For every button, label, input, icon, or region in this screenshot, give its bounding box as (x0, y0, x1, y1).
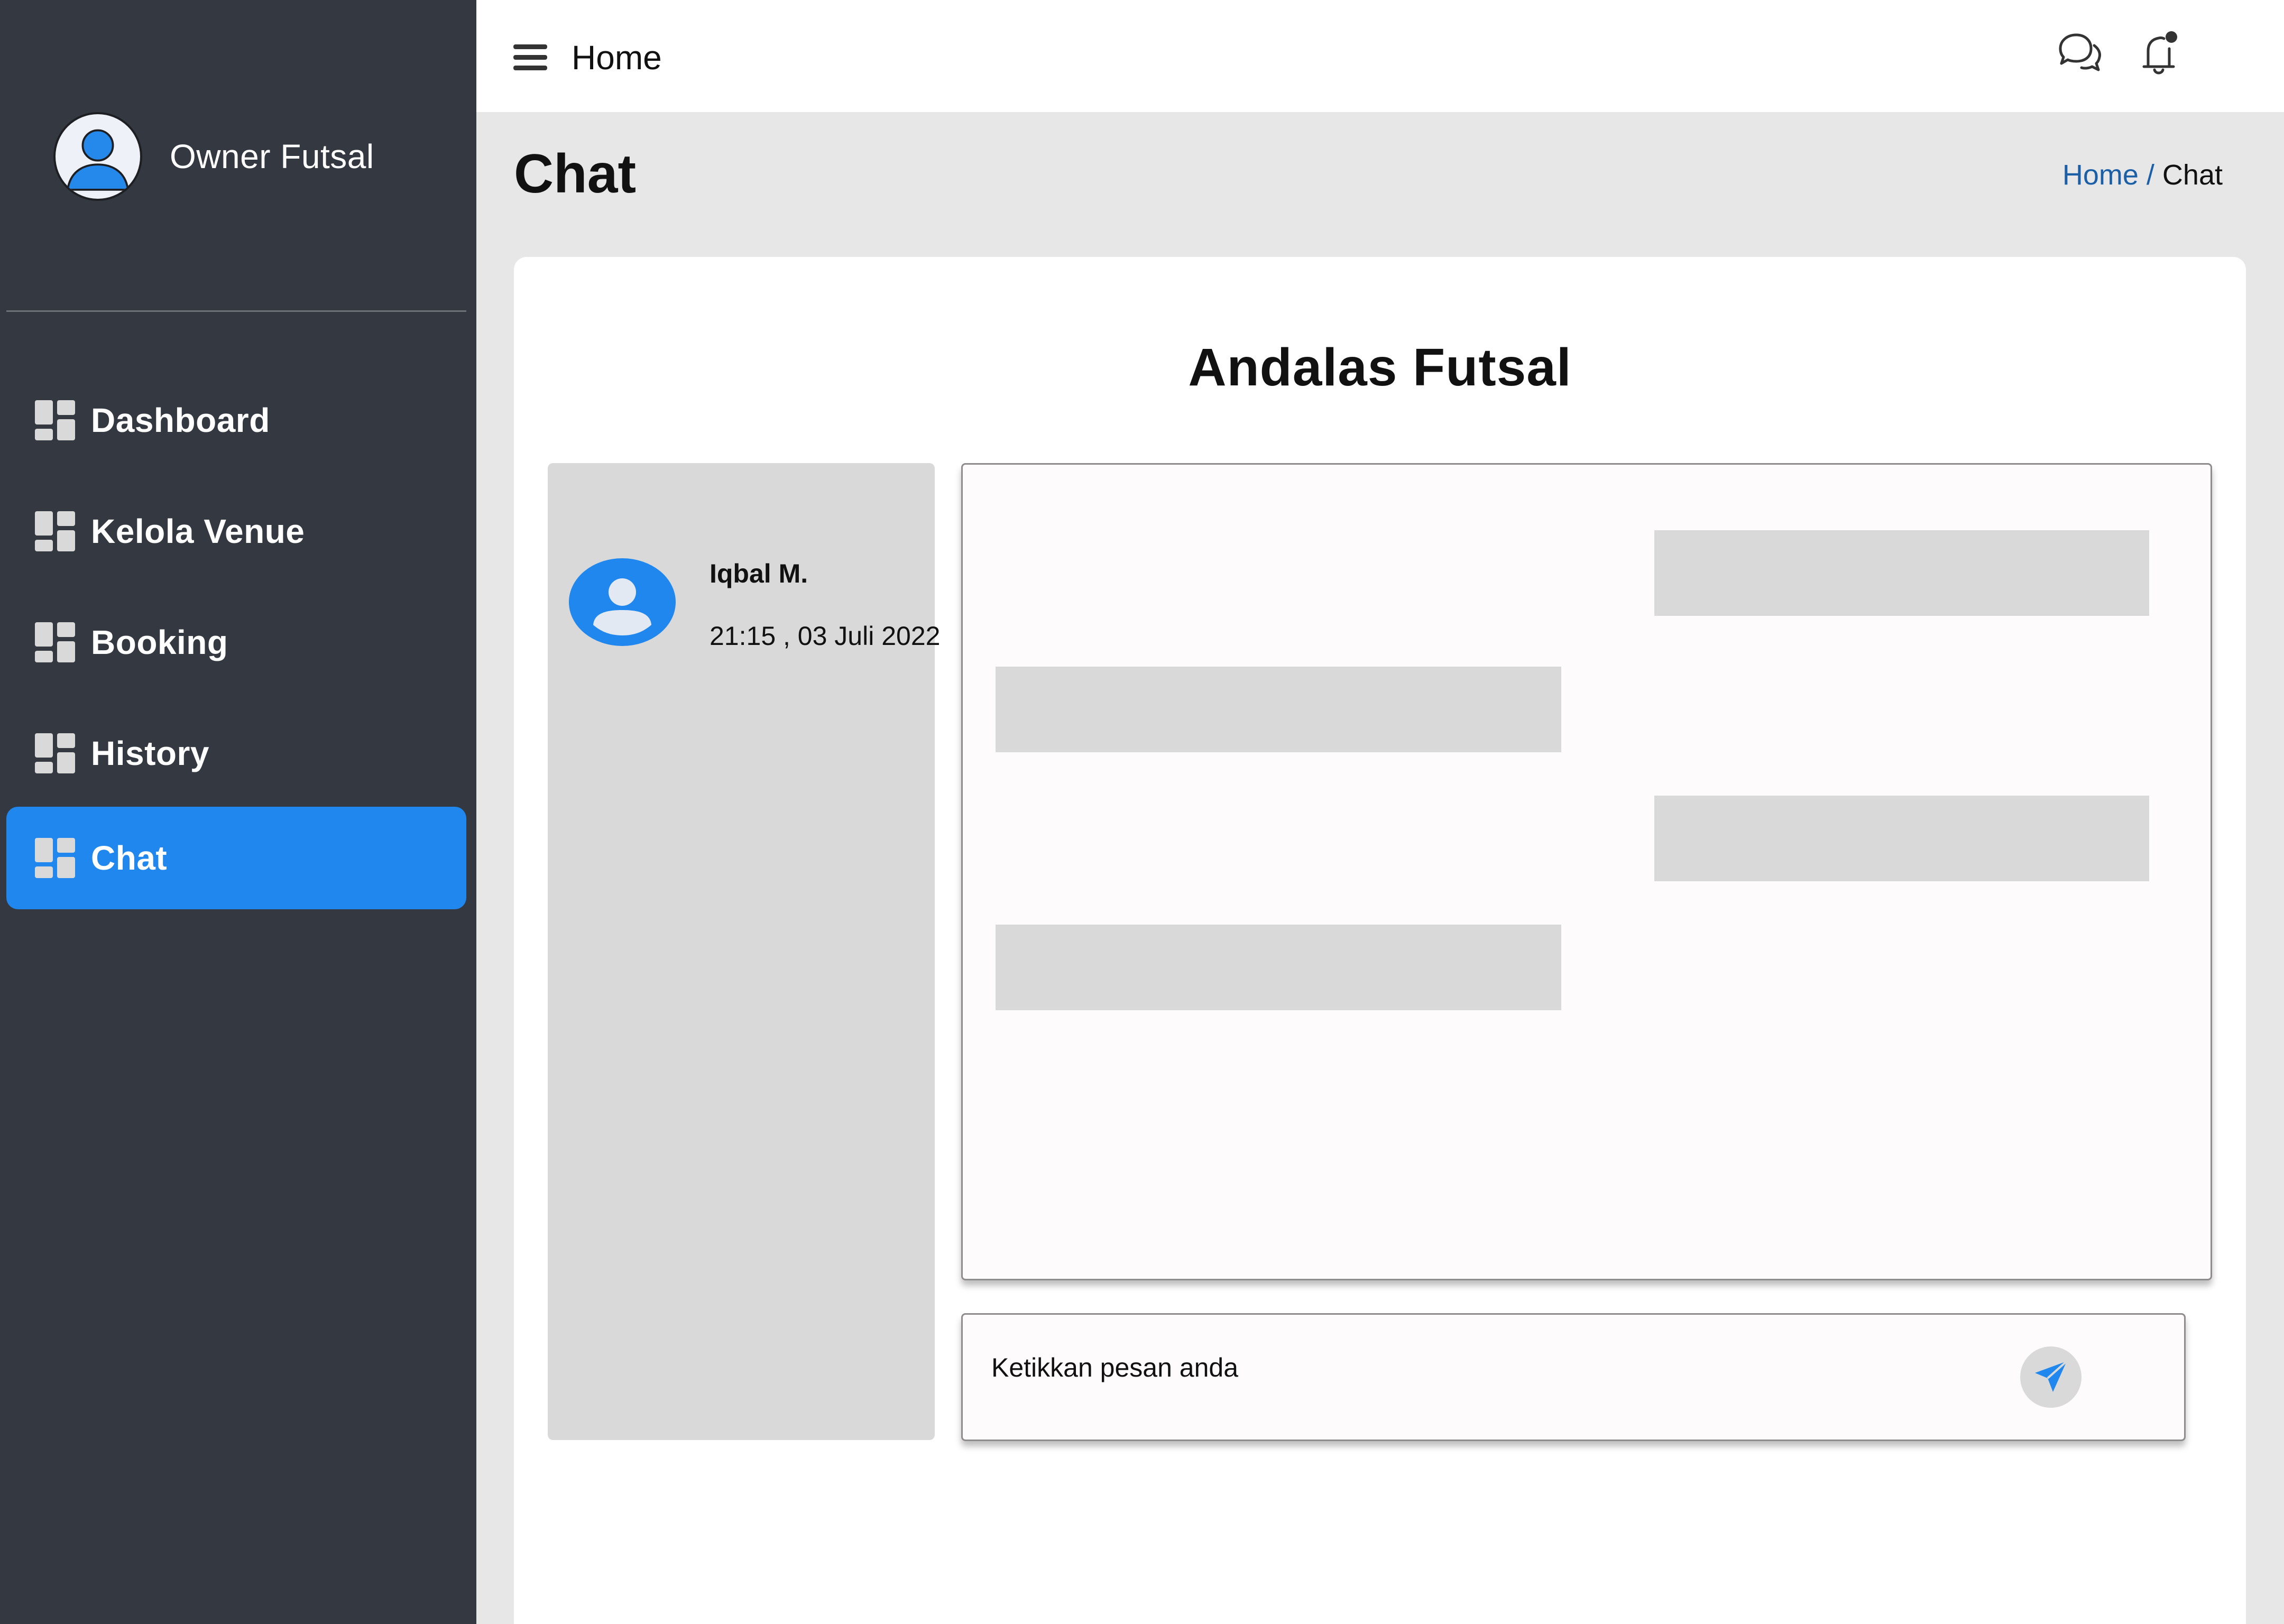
sidebar-item-label: Chat (91, 839, 168, 877)
chat-bubbles-icon[interactable] (2052, 27, 2105, 80)
breadcrumb: Home / Chat (2062, 159, 2223, 191)
dashboard-grid-icon (35, 838, 75, 878)
venue-name-heading: Andalas Futsal (1188, 338, 1572, 397)
breadcrumb-separator: / (2146, 159, 2154, 191)
profile-name: Owner Futsal (170, 137, 374, 176)
send-button[interactable] (2020, 1346, 2082, 1408)
contact-name: Iqbal M. (710, 559, 808, 588)
sidebar-divider (6, 310, 466, 312)
sidebar-item-booking[interactable]: Booking (6, 591, 466, 694)
message-input[interactable] (991, 1346, 2049, 1389)
sidebar-item-label: Dashboard (91, 401, 270, 439)
sidebar-item-dashboard[interactable]: Dashboard (6, 369, 466, 472)
contact-timestamp: 21:15 , 03 Juli 2022 (710, 621, 941, 651)
sidebar-item-kelola-venue[interactable]: Kelola Venue (6, 480, 466, 583)
sidebar-profile: Owner Futsal (53, 112, 374, 201)
contact-avatar-icon (569, 558, 676, 646)
dashboard-grid-icon (35, 622, 75, 662)
chat-card: Andalas Futsal Iqbal M. 21:15 , 03 Juli … (514, 257, 2246, 1624)
hamburger-menu-icon[interactable] (513, 44, 547, 71)
breadcrumb-home-link[interactable]: Home (2062, 159, 2139, 191)
user-avatar-icon (53, 112, 142, 201)
message-composer (961, 1313, 2186, 1441)
notification-bell-icon[interactable] (2132, 27, 2185, 80)
sidebar-item-label: Kelola Venue (91, 512, 305, 550)
sidebar-item-history[interactable]: History (6, 702, 466, 805)
sidebar: Owner Futsal Dashboard Kelola Venue Book… (0, 0, 476, 1624)
top-bar-title: Home (572, 39, 662, 77)
page-title: Chat (514, 143, 637, 205)
sidebar-item-chat[interactable]: Chat (6, 807, 466, 909)
message-bubble-incoming (996, 925, 1561, 1010)
message-bubble-outgoing (1654, 530, 2149, 616)
dashboard-grid-icon (35, 400, 75, 440)
send-paper-plane-icon (2035, 1360, 2068, 1392)
message-bubble-outgoing (1654, 796, 2149, 881)
sidebar-item-label: Booking (91, 623, 228, 661)
breadcrumb-current: Chat (2162, 159, 2223, 191)
message-bubble-incoming (996, 667, 1561, 752)
message-area (961, 463, 2212, 1280)
contact-list: Iqbal M. 21:15 , 03 Juli 2022 (548, 463, 940, 1440)
dashboard-grid-icon (35, 511, 75, 551)
dashboard-grid-icon (35, 733, 75, 773)
top-bar: Home (476, 0, 2284, 112)
contact-item[interactable]: Iqbal M. 21:15 , 03 Juli 2022 (569, 558, 940, 664)
sidebar-item-label: History (91, 734, 209, 772)
